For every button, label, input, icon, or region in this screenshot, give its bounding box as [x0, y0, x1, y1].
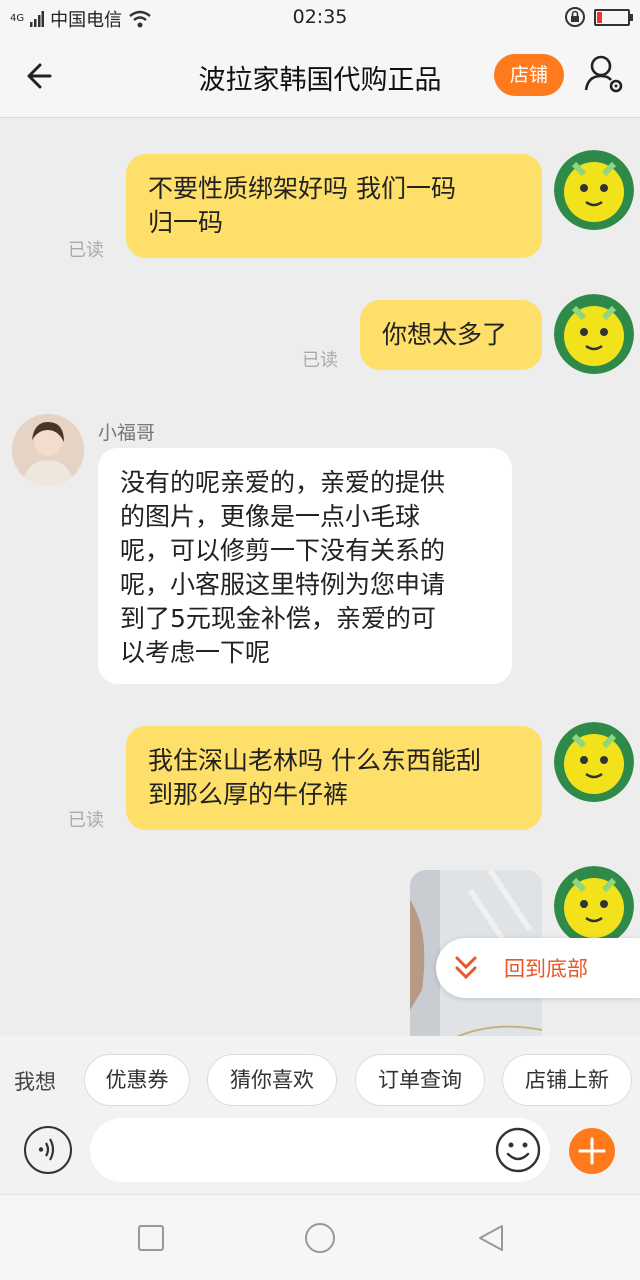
my-avatar[interactable]	[554, 722, 634, 802]
back-to-bottom-label: 回到底部	[504, 957, 588, 981]
message-line: 呢，可以修剪一下没有关系的	[120, 536, 446, 565]
outgoing-message[interactable]: 你想太多了	[360, 300, 542, 370]
message-line: 我住深山老林吗 什么东西能刮	[148, 746, 481, 775]
back-triangle-icon[interactable]	[476, 1223, 506, 1253]
incoming-message[interactable]: 没有的呢亲爱的，亲爱的提供 的图片，更像是一点小毛球 呢，可以修剪一下没有关系的…	[98, 448, 512, 684]
person-photo-icon	[12, 414, 84, 486]
home-icon[interactable]	[303, 1221, 337, 1255]
plus-icon	[578, 1137, 606, 1165]
voice-button[interactable]	[24, 1126, 72, 1174]
message-line: 不要性质绑架好吗 我们一码	[148, 174, 456, 203]
message-line: 到那么厚的牛仔裤	[148, 780, 349, 809]
emoji-icon[interactable]	[494, 1126, 542, 1174]
battery-icon	[594, 8, 633, 26]
sender-avatar[interactable]	[12, 414, 84, 486]
rotation-lock-icon	[565, 7, 585, 27]
cartoon-avatar-icon	[554, 722, 634, 802]
status-bar: 4G 中国电信 02:35	[0, 0, 640, 36]
chip-coupon[interactable]: 优惠券	[84, 1054, 190, 1106]
clock: 02:35	[292, 6, 348, 28]
shop-button[interactable]: 店铺	[494, 54, 564, 96]
cartoon-avatar-icon	[554, 150, 634, 230]
message-line: 你想太多了	[382, 320, 508, 349]
chip-order-query[interactable]: 订单查询	[355, 1054, 485, 1106]
cartoon-avatar-icon	[554, 294, 634, 374]
back-to-bottom-button[interactable]: 回到底部	[436, 938, 640, 998]
my-avatar[interactable]	[554, 294, 634, 374]
user-settings-icon[interactable]	[582, 52, 626, 96]
sender-name: 小福哥	[98, 422, 156, 444]
double-chevron-down-icon	[455, 956, 477, 980]
cartoon-avatar-icon	[554, 866, 634, 946]
status-right	[564, 6, 633, 28]
chat-area[interactable]: 已读 不要性质绑架好吗 我们一码 归一码 已读 你想太多了 小福哥 没有的呢亲爱…	[0, 118, 640, 1036]
message-input[interactable]	[90, 1118, 550, 1182]
message-line: 到了5元现金补偿，亲爱的可	[120, 604, 436, 633]
message-line: 以考虑一下呢	[120, 638, 271, 667]
voice-icon	[38, 1138, 55, 1161]
message-line: 呢，小客服这里特例为您申请	[120, 570, 446, 599]
read-status: 已读	[68, 240, 104, 261]
input-bar	[0, 1110, 640, 1194]
my-avatar[interactable]	[554, 150, 634, 230]
quick-bar-label: 我想	[14, 1070, 56, 1094]
message-line: 归一码	[148, 208, 224, 237]
more-plus-button[interactable]	[569, 1128, 615, 1174]
recent-apps-icon[interactable]	[136, 1223, 166, 1253]
read-status: 已读	[302, 350, 338, 371]
system-navigation-bar	[0, 1194, 640, 1280]
chat-header: 波拉家韩国代购正品 店铺	[0, 36, 640, 118]
outgoing-message[interactable]: 不要性质绑架好吗 我们一码 归一码	[126, 154, 542, 258]
chip-shop-new[interactable]: 店铺上新	[502, 1054, 632, 1106]
read-status: 已读	[68, 810, 104, 831]
outgoing-message[interactable]: 我住深山老林吗 什么东西能刮 到那么厚的牛仔裤	[126, 726, 542, 830]
message-line: 没有的呢亲爱的，亲爱的提供	[120, 468, 446, 497]
message-line: 的图片，更像是一点小毛球	[120, 502, 421, 531]
my-avatar[interactable]	[554, 866, 634, 946]
chip-guess-you-like[interactable]: 猜你喜欢	[207, 1054, 337, 1106]
